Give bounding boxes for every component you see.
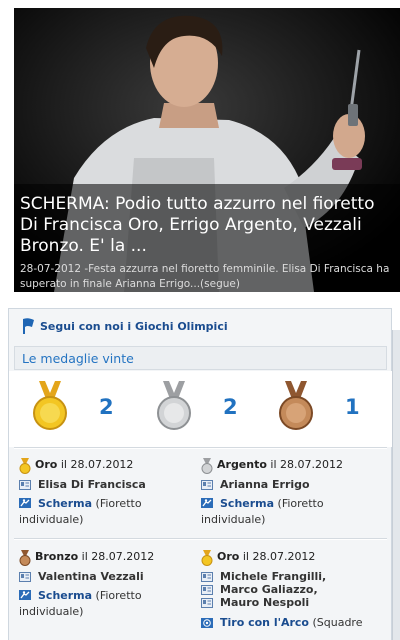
medal-date: il 28.07.2012 bbox=[81, 550, 155, 563]
sport-link[interactable]: Scherma bbox=[220, 497, 274, 510]
event-text: (Fioretto bbox=[95, 589, 142, 602]
medal-date: il 28.07.2012 bbox=[270, 458, 344, 471]
medal-entry-heading: Oro il 28.07.2012 bbox=[35, 458, 133, 472]
medal-entry-heading: Bronzo il 28.07.2012 bbox=[35, 550, 154, 564]
hero-description: 28-07-2012 -Festa azzurra nel fioretto f… bbox=[20, 262, 392, 292]
event-text-cont: individuale) bbox=[201, 513, 266, 526]
medal-entry: Argento il 28.07.2012 Arianna Errigo Sch… bbox=[201, 457, 379, 537]
event-text: (Squadre bbox=[312, 616, 363, 629]
athlete-card-icon bbox=[201, 585, 213, 595]
sport-event: Scherma (Fioretto bbox=[38, 589, 142, 603]
athlete-card-icon bbox=[19, 572, 31, 582]
divider bbox=[14, 447, 387, 449]
hero-desc-line-2[interactable]: superato in finale Arianna Errigo...(seg… bbox=[20, 277, 392, 292]
medal-entry: Bronzo il 28.07.2012 Valentina Vezzali S… bbox=[19, 549, 197, 639]
hero-title-line-2[interactable]: Di Francisca Oro, Errigo Argento, Vezzal… bbox=[20, 215, 400, 236]
medal-entry-heading: Oro il 28.07.2012 bbox=[217, 550, 315, 564]
medal-type: Oro bbox=[217, 550, 240, 563]
athlete-link[interactable]: Arianna Errigo bbox=[220, 478, 310, 492]
gold-medal-small-icon bbox=[19, 458, 31, 474]
medal-entry: Oro il 28.07.2012 Elisa Di Francisca Sch… bbox=[19, 457, 197, 537]
sport-link[interactable]: Scherma bbox=[38, 589, 92, 602]
sport-event: Scherma (Fioretto bbox=[38, 497, 142, 511]
medal-entry-heading: Argento il 28.07.2012 bbox=[217, 458, 343, 472]
medal-summary: 2 2 1 bbox=[9, 371, 393, 447]
event-text-cont: individuale) bbox=[19, 513, 84, 526]
athlete-link[interactable]: Elisa Di Francisca bbox=[38, 478, 146, 492]
sport-event: Tiro con l'Arco (Squadre bbox=[220, 616, 362, 630]
athlete-link[interactable]: Mauro Nespoli bbox=[220, 596, 309, 610]
sport-link[interactable]: Tiro con l'Arco bbox=[220, 616, 309, 629]
athlete-link[interactable]: Marco Galiazzo, bbox=[220, 583, 318, 597]
event-text-cont: individuale) bbox=[19, 605, 84, 618]
medal-type: Oro bbox=[35, 458, 58, 471]
module-header: Segui con noi i Giochi Olimpici bbox=[9, 309, 393, 339]
medals-title-bar: Le medaglie vinte bbox=[14, 346, 387, 370]
athlete-card-icon bbox=[201, 572, 213, 582]
athlete-link[interactable]: Michele Frangilli, bbox=[220, 570, 326, 584]
flag-logo-icon bbox=[23, 318, 34, 334]
gold-medal-small-icon bbox=[201, 550, 213, 566]
gold-medal-icon bbox=[33, 381, 67, 430]
fencing-sport-icon bbox=[19, 498, 31, 508]
hero-news-banner[interactable]: SCHERMA: Podio tutto azzurro nel fiorett… bbox=[14, 8, 400, 292]
silver-medal-small-icon bbox=[201, 458, 213, 474]
scrollbar-track[interactable] bbox=[392, 330, 400, 640]
hero-title-line-3[interactable]: Bronzo. E' la ... bbox=[20, 236, 400, 257]
sport-event: Scherma (Fioretto bbox=[220, 497, 324, 511]
silver-medal-icon bbox=[157, 381, 191, 430]
hero-title-line-1[interactable]: SCHERMA: Podio tutto azzurro nel fiorett… bbox=[20, 194, 400, 215]
silver-count: 2 bbox=[223, 395, 238, 419]
medal-entry: Oro il 28.07.2012 Michele Frangilli, Mar… bbox=[201, 549, 379, 639]
olympics-medals-module: Segui con noi i Giochi Olimpici Le medag… bbox=[8, 308, 393, 640]
bronze-medal-icon bbox=[279, 381, 313, 430]
event-text: (Fioretto bbox=[95, 497, 142, 510]
athlete-card-icon bbox=[201, 480, 213, 490]
medal-date: il 28.07.2012 bbox=[242, 550, 316, 563]
sport-link[interactable]: Scherma bbox=[38, 497, 92, 510]
medals-title: Le medaglie vinte bbox=[22, 351, 134, 366]
athlete-card-icon bbox=[201, 598, 213, 608]
hero-desc-line-1: 28-07-2012 -Festa azzurra nel fioretto f… bbox=[20, 263, 390, 275]
bronze-count: 1 bbox=[345, 395, 360, 419]
event-text: (Fioretto bbox=[277, 497, 324, 510]
follow-olympics-link[interactable]: Segui con noi i Giochi Olimpici bbox=[40, 320, 228, 333]
fencing-sport-icon bbox=[19, 590, 31, 600]
fencing-sport-icon bbox=[201, 498, 213, 508]
medal-type: Bronzo bbox=[35, 550, 79, 563]
athlete-card-icon bbox=[19, 480, 31, 490]
bronze-medal-small-icon bbox=[19, 550, 31, 566]
medal-type: Argento bbox=[217, 458, 267, 471]
athlete-link[interactable]: Valentina Vezzali bbox=[38, 570, 144, 584]
gold-count: 2 bbox=[99, 395, 114, 419]
divider bbox=[14, 538, 387, 540]
archery-sport-icon bbox=[201, 618, 213, 628]
medal-date: il 28.07.2012 bbox=[60, 458, 134, 471]
